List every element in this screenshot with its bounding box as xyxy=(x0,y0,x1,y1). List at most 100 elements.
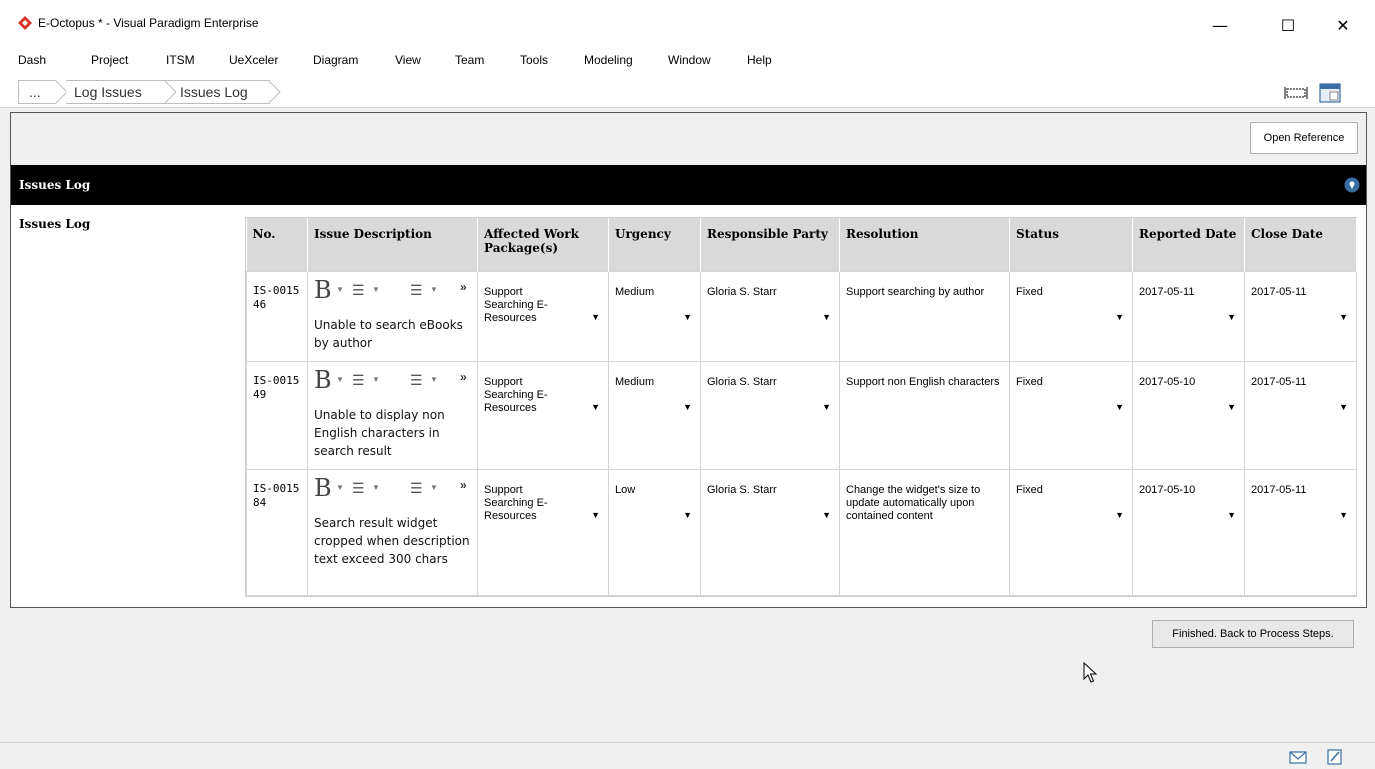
maximize-button[interactable]: ☐ xyxy=(1265,6,1311,46)
dropdown-arrow-icon[interactable]: ▼ xyxy=(1339,510,1348,520)
dropdown-arrow-icon[interactable]: ▼ xyxy=(1339,402,1348,412)
menu-itsm[interactable]: ITSM xyxy=(166,53,195,67)
dropdown-arrow-icon[interactable]: ▼ xyxy=(822,402,831,412)
responsible-cell[interactable]: Gloria S. Starr ▼ xyxy=(700,270,840,362)
responsible-cell[interactable]: Gloria S. Starr ▼ xyxy=(700,468,840,596)
chevron-down-icon[interactable]: ▼ xyxy=(372,285,380,294)
breadcrumb-log-issues[interactable]: Log Issues xyxy=(66,80,178,104)
reported-date-cell[interactable]: 2017-05-10 ▼ xyxy=(1132,468,1245,596)
reported-date-value: 2017-05-10 xyxy=(1139,483,1196,496)
chevron-down-icon[interactable]: ▼ xyxy=(430,375,438,384)
chevron-down-icon[interactable]: ▼ xyxy=(430,483,438,492)
close-date-cell[interactable]: 2017-05-11 ▼ xyxy=(1244,360,1357,470)
list-icon[interactable]: ☰ xyxy=(410,480,423,497)
panel-icon[interactable] xyxy=(1318,82,1342,104)
menu-window[interactable]: Window xyxy=(668,53,711,67)
menu-tools[interactable]: Tools xyxy=(520,53,548,67)
affected-cell[interactable]: Support Searching E-Resources ▼ xyxy=(477,468,609,596)
chevron-down-icon[interactable]: ▼ xyxy=(336,285,344,294)
fit-diagram-icon[interactable] xyxy=(1284,82,1308,104)
chevron-down-icon[interactable]: ▼ xyxy=(372,375,380,384)
app-logo-icon xyxy=(18,16,32,30)
breadcrumb-bar: ... Log Issues Issues Log xyxy=(0,74,1375,108)
mouse-cursor-icon xyxy=(1083,662,1098,683)
urgency-cell[interactable]: Medium ▼ xyxy=(608,360,701,470)
breadcrumb-end-icon xyxy=(268,80,281,104)
chevron-down-icon[interactable]: ▼ xyxy=(336,375,344,384)
close-date-cell[interactable]: 2017-05-11 ▼ xyxy=(1244,468,1357,596)
close-button[interactable]: ✕ xyxy=(1320,6,1366,46)
bold-icon[interactable]: B xyxy=(314,474,332,502)
menu-dash[interactable]: Dash xyxy=(18,53,46,67)
menu-view[interactable]: View xyxy=(395,53,421,67)
dropdown-arrow-icon[interactable]: ▼ xyxy=(591,402,600,412)
status-cell[interactable]: Fixed ▼ xyxy=(1009,270,1133,362)
status-cell[interactable]: Fixed ▼ xyxy=(1009,360,1133,470)
bold-icon[interactable]: B xyxy=(314,366,332,394)
issue-description-cell[interactable]: B ▼ ☰ ▼ ☰ ▼ » Search result widget cropped … xyxy=(307,468,478,596)
affected-cell[interactable]: Support Searching E-Resources ▼ xyxy=(477,360,609,470)
responsible-cell[interactable]: Gloria S. Starr ▼ xyxy=(700,360,840,470)
list-icon[interactable]: ☰ xyxy=(410,372,423,389)
more-icon[interactable]: » xyxy=(460,370,467,384)
dropdown-arrow-icon[interactable]: ▼ xyxy=(1115,510,1124,520)
menu-project[interactable]: Project xyxy=(91,53,128,67)
issue-description-cell[interactable]: B ▼ ☰ ▼ ☰ ▼ » Unable to search eBooks by au… xyxy=(307,270,478,362)
mail-icon[interactable] xyxy=(1289,749,1307,765)
status-cell[interactable]: Fixed ▼ xyxy=(1009,468,1133,596)
dropdown-arrow-icon[interactable]: ▼ xyxy=(1115,312,1124,322)
dropdown-arrow-icon[interactable]: ▼ xyxy=(1339,312,1348,322)
dropdown-arrow-icon[interactable]: ▼ xyxy=(591,312,600,322)
resolution-cell[interactable]: Support searching by author xyxy=(839,270,1010,362)
edit-icon[interactable] xyxy=(1326,749,1344,765)
menu-help[interactable]: Help xyxy=(747,53,772,67)
close-date-cell[interactable]: 2017-05-11 ▼ xyxy=(1244,270,1357,362)
align-icon[interactable]: ☰ xyxy=(352,282,365,299)
issue-description[interactable]: Unable to search eBooks by author xyxy=(314,316,474,352)
column-header-status: Status xyxy=(1009,218,1133,271)
resolution-value: Support searching by author xyxy=(846,285,985,298)
affected-value: Support Searching E-Resources xyxy=(484,375,548,414)
urgency-cell[interactable]: Low ▼ xyxy=(608,468,701,596)
breadcrumb-ellipsis[interactable]: ... xyxy=(18,80,56,104)
chevron-down-icon[interactable]: ▼ xyxy=(430,285,438,294)
dropdown-arrow-icon[interactable]: ▼ xyxy=(683,510,692,520)
list-icon[interactable]: ☰ xyxy=(410,282,423,299)
dropdown-arrow-icon[interactable]: ▼ xyxy=(1115,402,1124,412)
issue-description[interactable]: Search result widget cropped when descri… xyxy=(314,514,474,568)
finished-back-button[interactable]: Finished. Back to Process Steps. xyxy=(1152,620,1354,648)
dropdown-arrow-icon[interactable]: ▼ xyxy=(822,312,831,322)
reported-date-cell[interactable]: 2017-05-11 ▼ xyxy=(1132,270,1245,362)
menu-modeling[interactable]: Modeling xyxy=(584,53,633,67)
issue-description[interactable]: Unable to display non English characters… xyxy=(314,406,474,460)
breadcrumb-issues-log[interactable]: Issues Log xyxy=(176,80,270,104)
menu-uexceler[interactable]: UeXceler xyxy=(229,53,278,67)
pin-icon[interactable] xyxy=(1344,177,1360,193)
chevron-down-icon[interactable]: ▼ xyxy=(372,483,380,492)
menu-diagram[interactable]: Diagram xyxy=(313,53,358,67)
open-reference-button[interactable]: Open Reference xyxy=(1250,122,1358,154)
bold-icon[interactable]: B xyxy=(314,276,332,304)
reported-date-cell[interactable]: 2017-05-10 ▼ xyxy=(1132,360,1245,470)
align-icon[interactable]: ☰ xyxy=(352,372,365,389)
resolution-cell[interactable]: Support non English characters xyxy=(839,360,1010,470)
dropdown-arrow-icon[interactable]: ▼ xyxy=(1227,402,1236,412)
urgency-cell[interactable]: Medium ▼ xyxy=(608,270,701,362)
dropdown-arrow-icon[interactable]: ▼ xyxy=(822,510,831,520)
minimize-button[interactable]: — xyxy=(1197,6,1243,46)
more-icon[interactable]: » xyxy=(460,478,467,492)
dropdown-arrow-icon[interactable]: ▼ xyxy=(683,312,692,322)
column-header-no: No. xyxy=(246,218,308,271)
resolution-cell[interactable]: Change the widget's size to update autom… xyxy=(839,468,1010,596)
issue-description-cell[interactable]: B ▼ ☰ ▼ ☰ ▼ » Unable to display non English… xyxy=(307,360,478,470)
more-icon[interactable]: » xyxy=(460,280,467,294)
dropdown-arrow-icon[interactable]: ▼ xyxy=(591,510,600,520)
align-icon[interactable]: ☰ xyxy=(352,480,365,497)
dropdown-arrow-icon[interactable]: ▼ xyxy=(1227,510,1236,520)
chevron-down-icon[interactable]: ▼ xyxy=(336,483,344,492)
menu-team[interactable]: Team xyxy=(455,53,484,67)
dropdown-arrow-icon[interactable]: ▼ xyxy=(683,402,692,412)
table-row: IS-0015 49 B ▼ ☰ ▼ ☰ ▼ » Unable to display … xyxy=(246,360,1357,470)
affected-cell[interactable]: Support Searching E-Resources ▼ xyxy=(477,270,609,362)
dropdown-arrow-icon[interactable]: ▼ xyxy=(1227,312,1236,322)
